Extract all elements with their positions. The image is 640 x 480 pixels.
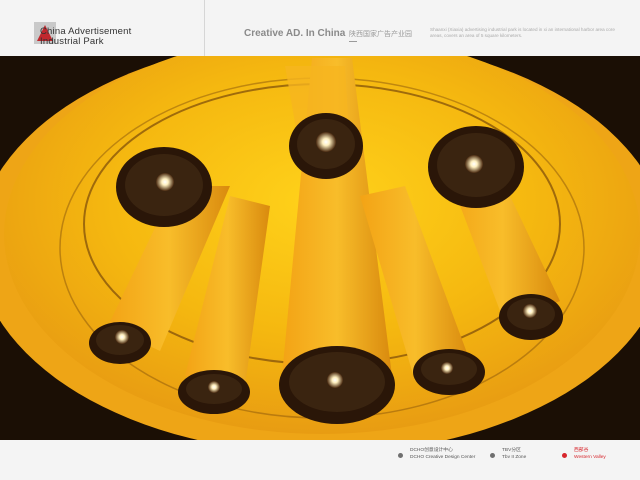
dot-icon (490, 453, 495, 458)
tagline-english: Creative AD. In China (244, 28, 346, 39)
logo-text[interactable]: China Advertisement Industrial Park (40, 27, 190, 47)
intro-text: Shaanxi (Xiaxia) advertising industrial … (430, 27, 615, 38)
footer-nav-tbv-en: Tbv II Zone (502, 454, 527, 460)
footer-nav-western-valley-en: Western Valley (574, 454, 606, 460)
tagline-underline (349, 41, 357, 42)
footer-nav-tbv[interactable]: TBV分区 Tbv II Zone (490, 448, 526, 461)
tagline-chinese: 陕西国家广告产业园 (349, 31, 412, 38)
footer-nav-western-valley[interactable]: 西部谷 Western Valley (562, 448, 606, 461)
footer-nav-dcho[interactable]: DCHO创意设计中心 DCHO Creative Design Center (398, 448, 475, 461)
footer-nav-dcho-en: DCHO Creative Design Center (410, 454, 476, 460)
hero-lamp-illustration (0, 56, 640, 440)
logo-line-2: Industrial Park (40, 36, 104, 47)
header-divider (204, 0, 205, 56)
header: China Advertisement Industrial Park Crea… (0, 0, 640, 56)
footer: DCHO创意设计中心 DCHO Creative Design Center T… (0, 440, 640, 480)
dot-icon (398, 453, 403, 458)
hero-image (0, 56, 640, 440)
dot-icon (562, 453, 567, 458)
